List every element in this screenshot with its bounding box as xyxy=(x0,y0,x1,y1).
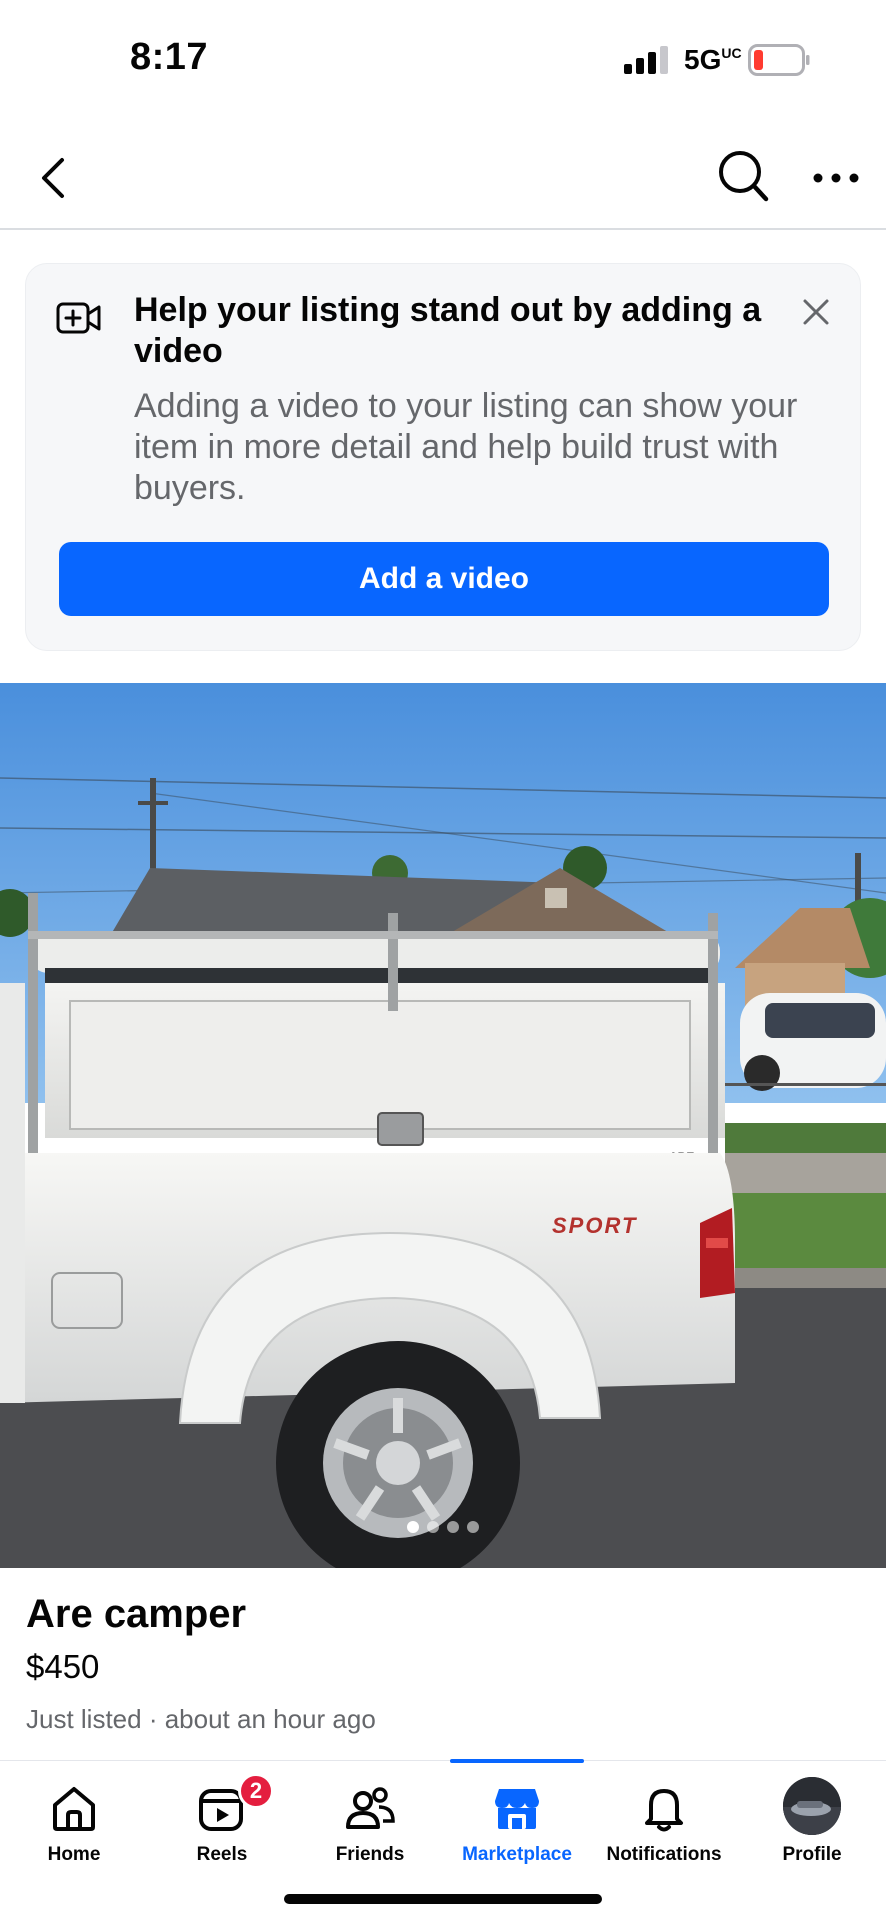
status-time: 8:17 xyxy=(130,36,209,78)
tab-home-label: Home xyxy=(47,1844,101,1865)
listing-price: $450 xyxy=(26,1648,100,1685)
video-add-icon xyxy=(56,302,101,334)
carousel-indicator[interactable] xyxy=(0,1521,886,1533)
home-indicator xyxy=(284,1894,602,1904)
search-icon xyxy=(719,151,769,202)
carousel-dot[interactable] xyxy=(407,1521,419,1533)
back-button[interactable] xyxy=(28,150,78,206)
avatar xyxy=(783,1777,841,1835)
tab-profile[interactable]: Profile xyxy=(738,1761,886,1881)
tab-marketplace-label: Marketplace xyxy=(462,1844,572,1865)
tab-reels[interactable]: 2 Reels xyxy=(148,1761,296,1881)
battery-icon xyxy=(748,44,810,76)
carousel-dot[interactable] xyxy=(467,1521,479,1533)
promo-title: Help your listing stand out by adding a … xyxy=(134,291,762,370)
marketplace-icon xyxy=(495,1789,539,1829)
tab-marketplace[interactable]: Marketplace xyxy=(443,1761,591,1881)
close-icon xyxy=(803,299,829,325)
tab-profile-label: Profile xyxy=(782,1844,842,1865)
friends-icon xyxy=(346,1787,395,1829)
home-icon xyxy=(53,1787,95,1831)
top-navigation-bar xyxy=(0,130,886,230)
more-horizontal-icon xyxy=(813,173,859,183)
tab-friends-label: Friends xyxy=(335,1844,405,1865)
close-promo-button[interactable] xyxy=(796,292,836,332)
sport-decal: SPORT xyxy=(552,1213,637,1238)
more-options-button[interactable] xyxy=(808,160,864,196)
network-type: 5GUC xyxy=(684,44,742,75)
search-button[interactable] xyxy=(716,146,772,206)
reels-notification-badge: 2 xyxy=(238,1773,274,1809)
bell-icon xyxy=(645,1789,683,1832)
add-video-promo-card: Help your listing stand out by adding a … xyxy=(25,263,861,651)
carousel-dot[interactable] xyxy=(447,1521,459,1533)
cellular-signal-icon xyxy=(624,46,668,74)
listing-photo-image: ARE SPORT xyxy=(0,683,886,1568)
carousel-dot[interactable] xyxy=(427,1521,439,1533)
add-video-button[interactable]: Add a video xyxy=(59,542,829,616)
listing-timestamp: Just listed · about an hour ago xyxy=(26,1704,376,1734)
promo-description: Adding a video to your listing can show … xyxy=(134,387,798,507)
tab-home[interactable]: Home xyxy=(0,1761,148,1881)
chevron-left-icon xyxy=(42,158,64,198)
status-bar: 8:17 5GUC xyxy=(0,0,886,120)
tab-reels-label: Reels xyxy=(196,1844,248,1865)
listing-photo[interactable]: ARE SPORT xyxy=(0,683,886,1568)
tab-notifications-label: Notifications xyxy=(606,1844,722,1865)
listing-title: Are camper xyxy=(26,1592,247,1636)
tab-friends[interactable]: Friends xyxy=(296,1761,444,1881)
tab-notifications[interactable]: Notifications xyxy=(590,1761,738,1881)
